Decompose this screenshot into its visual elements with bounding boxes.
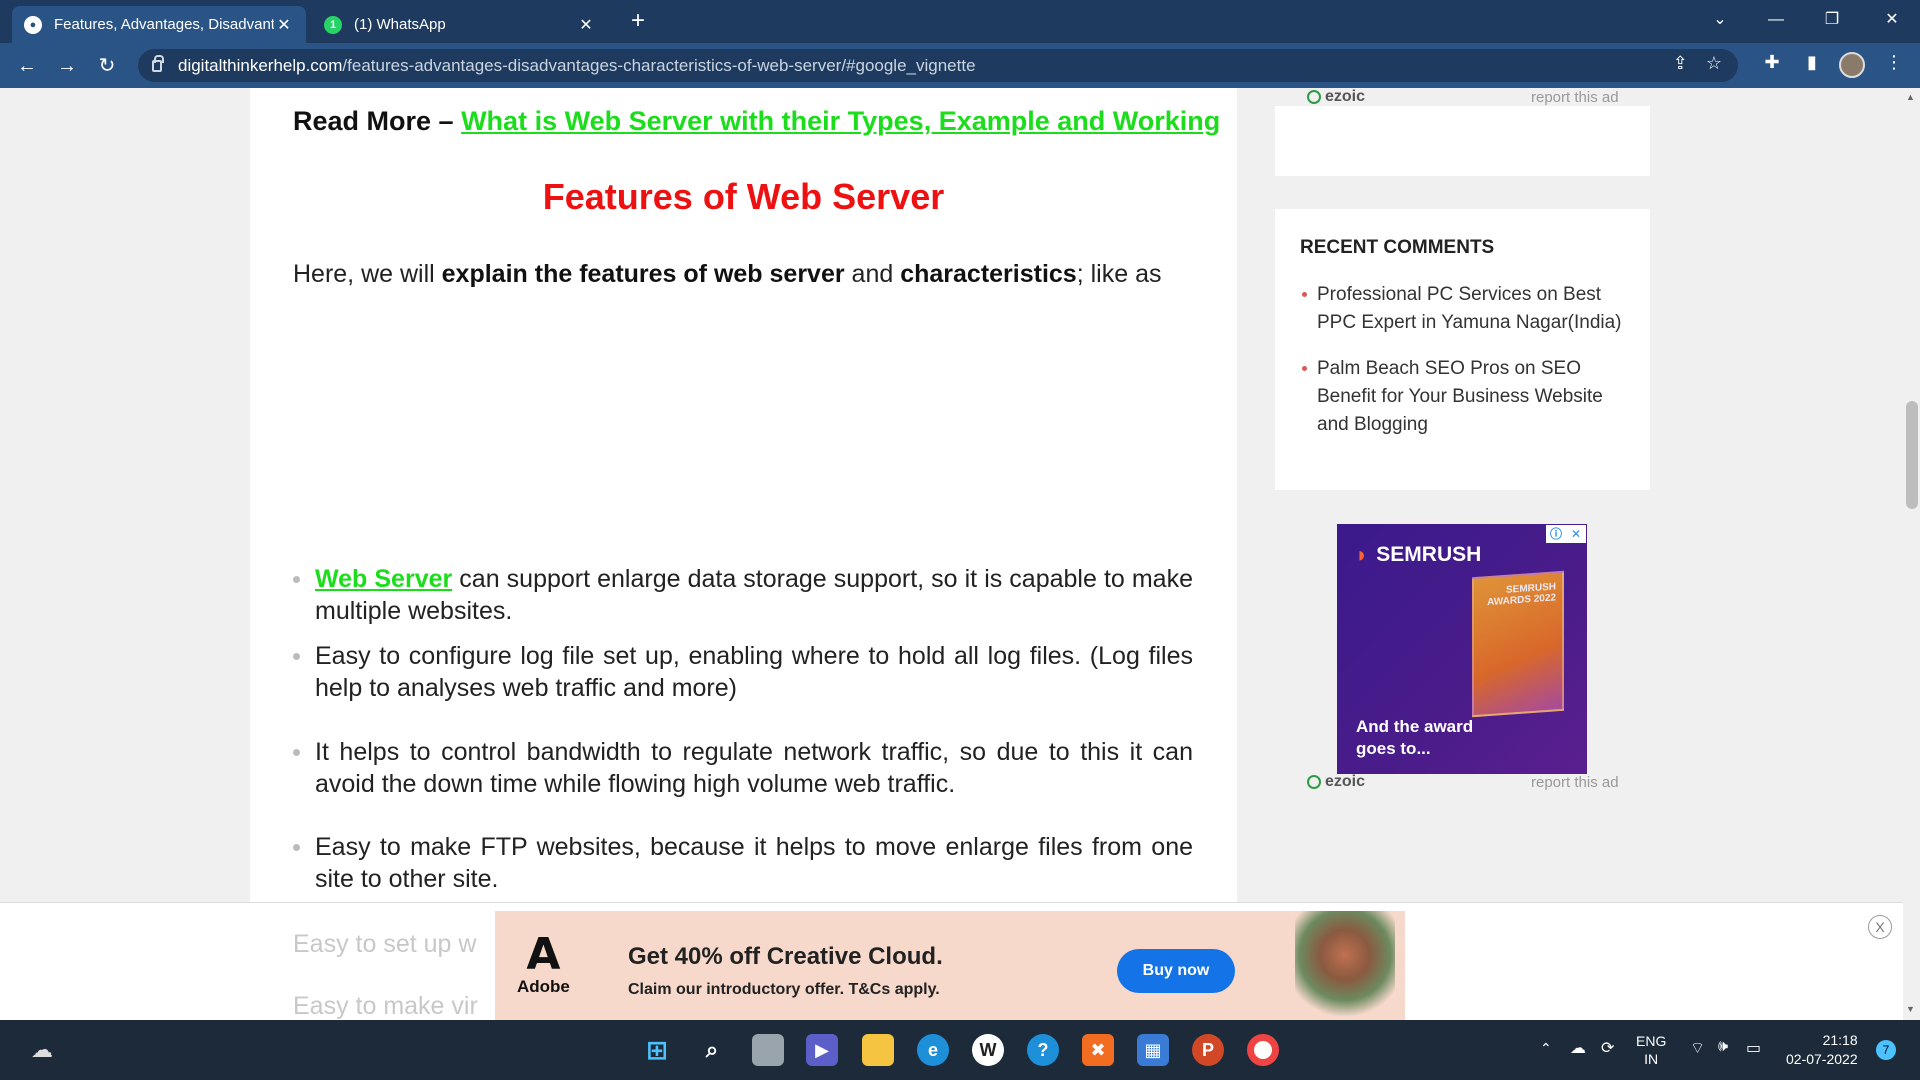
wifi-icon[interactable]: ⌔ (1690, 1038, 1705, 1058)
adchoices-badge[interactable]: ⓘ ✕ (1546, 525, 1586, 543)
close-ad-button[interactable]: X (1868, 915, 1892, 939)
edge-icon[interactable]: e (917, 1034, 949, 1066)
share-icon[interactable]: ⇪ (1673, 53, 1688, 74)
start-windows-icon[interactable]: ⊞ (641, 1034, 673, 1066)
ad-headline: Get 40% off Creative Cloud. (628, 943, 943, 970)
show-hidden-icons[interactable]: ⌃ (1540, 1040, 1552, 1057)
close-tab-icon[interactable]: ✕ (274, 15, 294, 35)
tab-search-icon[interactable]: ⌄ (1692, 0, 1748, 43)
extensions-icon[interactable]: ✚ (1758, 52, 1786, 73)
adobe-logo: A Adobe (517, 929, 570, 997)
adobe-a-icon: A (526, 929, 561, 980)
scrollbar-thumb[interactable] (1906, 401, 1918, 509)
tab-whatsapp[interactable]: 1 (1) WhatsApp ✕ (312, 6, 608, 43)
tab-features-article[interactable]: ● Features, Advantages, Disadvanta ✕ (12, 6, 306, 43)
bookmark-star-icon[interactable]: ☆ (1706, 53, 1722, 74)
semrush-logo: ◗ SEMRUSH (1355, 542, 1482, 567)
intro-paragraph: Here, we will explain the features of we… (293, 260, 1162, 288)
windows-taskbar: ☁ ⊞ ⌕ ▶ e W ? ✖ ▦ P ⌃ ☁ ⟳ ENG IN ⌔ 🕪 ▭ 21… (0, 1020, 1920, 1080)
web-page: Read More – What is Web Server with thei… (0, 88, 1903, 1020)
notification-badge[interactable]: 7 (1876, 1040, 1896, 1060)
faded-list-item: Easy to make vir (293, 992, 478, 1020)
list-item: Web Server can support enlarge data stor… (293, 563, 1193, 627)
restore-button[interactable]: ❐ (1804, 0, 1860, 43)
file-explorer-icon[interactable] (862, 1034, 894, 1066)
features-list: Web Server can support enlarge data stor… (293, 563, 1193, 895)
semrush-tagline: And the award goes to... (1356, 717, 1474, 758)
tab-title: (1) WhatsApp (354, 16, 446, 33)
address-bar[interactable]: digitalthinkerhelp.com/features-advantag… (138, 49, 1738, 82)
comment-item[interactable]: Palm Beach SEO Pros on SEO Benefit for Y… (1300, 355, 1630, 439)
scroll-down-arrow-icon[interactable]: ▼ (1906, 1004, 1915, 1014)
report-ad-link[interactable]: report this ad (1531, 774, 1619, 791)
widget-title: RECENT COMMENTS (1300, 237, 1495, 258)
ezoic-badge[interactable]: ezoic (1307, 773, 1365, 791)
task-view-icon[interactable] (752, 1034, 784, 1066)
close-window-button[interactable]: ✕ (1864, 0, 1920, 43)
reload-icon[interactable]: ↻ (92, 51, 122, 81)
bottom-sticky-ad: Easy to set up w Easy to make vir A Adob… (0, 902, 1903, 1021)
browser-toolbar: ← → ↻ digitalthinkerhelp.com/features-ad… (0, 43, 1920, 88)
comment-item[interactable]: Professional PC Services on Best PPC Exp… (1300, 281, 1630, 337)
web-server-link[interactable]: Web Server (315, 565, 452, 593)
forward-icon[interactable]: → (52, 51, 82, 81)
search-icon[interactable]: ⌕ (696, 1034, 728, 1066)
xampp-icon[interactable]: ✖ (1082, 1034, 1114, 1066)
ezoic-logo-icon (1307, 775, 1321, 789)
page-scrollbar[interactable]: ▲ ▼ (1903, 88, 1920, 1020)
wordpress-icon[interactable]: W (972, 1034, 1004, 1066)
read-more-link[interactable]: What is Web Server with their Types, Exa… (461, 106, 1220, 136)
volume-icon[interactable]: 🕪 (1718, 1038, 1728, 1056)
whatsapp-icon: 1 (324, 15, 342, 34)
profile-avatar[interactable] (1839, 52, 1865, 78)
menu-kebab-icon[interactable]: ⋮ (1880, 52, 1908, 73)
buy-now-button[interactable]: Buy now (1117, 949, 1235, 993)
ezoic-badge[interactable]: ezoic (1307, 88, 1365, 106)
battery-icon[interactable]: ▭ (1746, 1038, 1761, 1058)
new-tab-button[interactable]: + (624, 8, 652, 36)
site-favicon-icon: ● (24, 15, 42, 34)
url-text: digitalthinkerhelp.com/features-advantag… (178, 55, 976, 75)
back-icon[interactable]: ← (12, 51, 42, 81)
list-item: Easy to configure log file set up, enabl… (293, 640, 1193, 704)
list-item: Easy to make FTP websites, because it he… (293, 831, 1193, 895)
side-panel-icon[interactable]: ▮ (1798, 52, 1826, 73)
ad-subtext: Claim our introductory offer. T&Cs apply… (628, 981, 940, 998)
close-tab-icon[interactable]: ✕ (576, 15, 596, 35)
sync-icon[interactable]: ⟳ (1601, 1038, 1614, 1058)
weather-icon[interactable]: ☁ (26, 1034, 58, 1066)
faded-list-item: Easy to set up w (293, 930, 477, 958)
help-icon[interactable]: ? (1027, 1034, 1059, 1066)
award-trophy-image: SEMRUSH AWARDS 2022 (1472, 570, 1564, 718)
section-heading: Features of Web Server (542, 176, 945, 217)
semrush-flame-icon: ◗ (1355, 542, 1369, 567)
clock[interactable]: 21:18 02-07-2022 (1786, 1031, 1858, 1069)
browser-titlebar: ● Features, Advantages, Disadvanta ✕ 1 (… (0, 0, 1920, 43)
article-content: Read More – What is Web Server with thei… (250, 88, 1237, 1020)
adobe-ad-banner[interactable]: A Adobe Get 40% off Creative Cloud. Clai… (495, 911, 1405, 1021)
chat-icon[interactable]: ▶ (806, 1034, 838, 1066)
ezoic-logo-icon (1307, 90, 1321, 104)
powerpoint-icon[interactable]: P (1192, 1034, 1224, 1066)
tab-title: Features, Advantages, Disadvanta (54, 16, 274, 33)
lock-icon[interactable] (152, 54, 164, 72)
language-indicator[interactable]: ENG IN (1636, 1032, 1666, 1068)
minimize-button[interactable]: — (1748, 0, 1804, 43)
semrush-ad[interactable]: ◗ SEMRUSH SEMRUSH AWARDS 2022 And the awa… (1337, 524, 1587, 774)
store-icon[interactable]: ▦ (1137, 1034, 1169, 1066)
chrome-icon[interactable] (1247, 1034, 1279, 1066)
adchoices-close-icon[interactable]: ✕ (1566, 525, 1586, 543)
scroll-up-arrow-icon[interactable]: ▲ (1906, 92, 1915, 102)
ad-artwork-image (1295, 911, 1395, 1021)
onedrive-icon[interactable]: ☁ (1570, 1038, 1586, 1058)
list-item: It helps to control bandwidth to regulat… (293, 736, 1193, 800)
read-more-line: Read More – What is Web Server with thei… (293, 106, 1221, 136)
adchoices-info-icon[interactable]: ⓘ (1546, 525, 1566, 543)
report-ad-link[interactable]: report this ad (1531, 89, 1619, 106)
recent-comments-widget: RECENT COMMENTS Professional PC Services… (1275, 209, 1650, 490)
sidebar-ad-slot (1275, 106, 1650, 176)
